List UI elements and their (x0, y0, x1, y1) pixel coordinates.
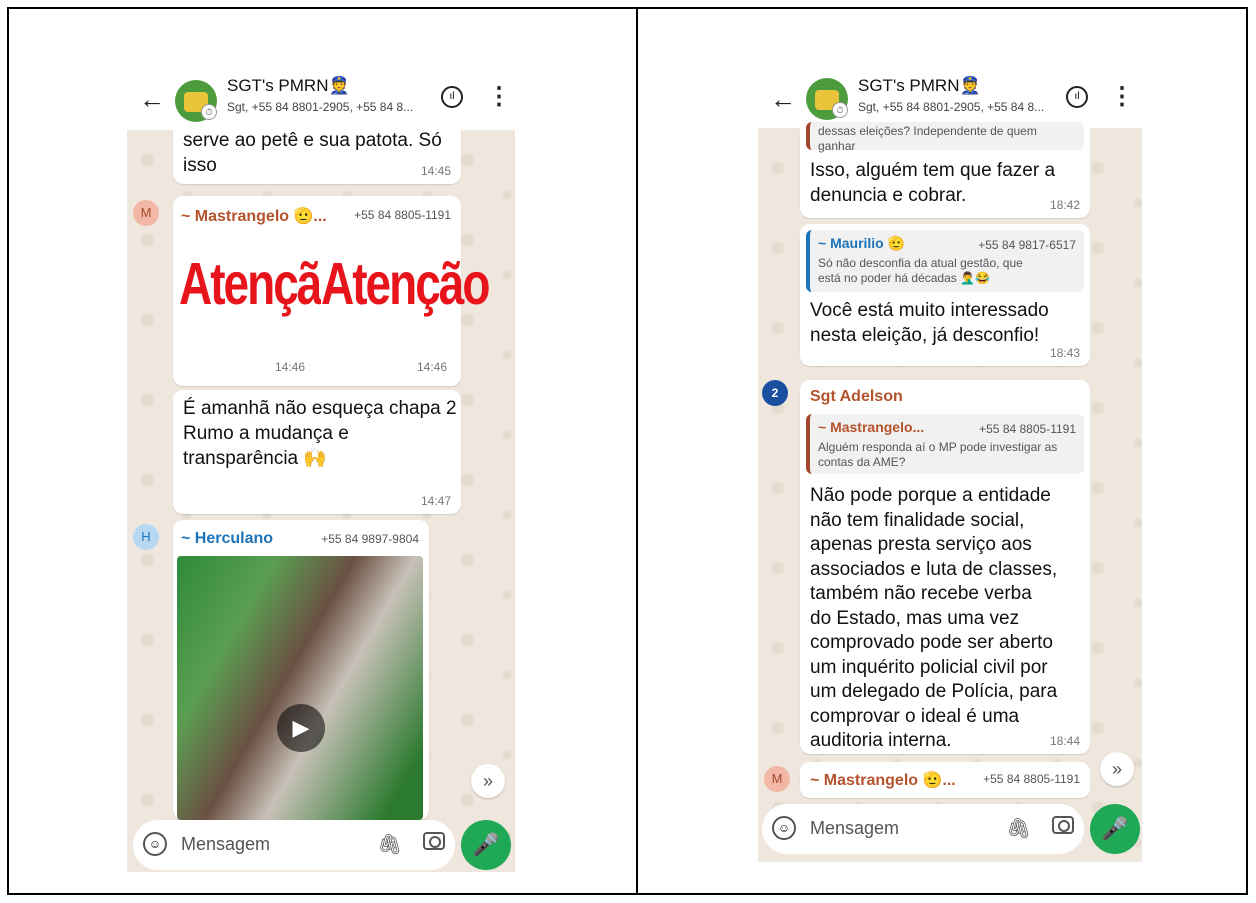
video-thumbnail[interactable]: ▶ (177, 556, 423, 820)
panel-divider (636, 7, 638, 895)
camera-icon[interactable] (423, 832, 445, 850)
attach-icon[interactable]: 🖇 (1006, 816, 1031, 841)
message-time: 18:42 (1049, 198, 1080, 212)
sender-name[interactable]: ~ Mastrangelo 🫡... (181, 206, 327, 226)
message-input-bar[interactable]: ☺ Mensagem 🖇 (762, 804, 1084, 854)
message-time: 18:43 (1049, 346, 1080, 360)
quoted-message[interactable]: ~ Maurilio 🫡 +55 84 9817-6517 Só não des… (806, 230, 1084, 292)
quoted-message[interactable]: ~ Mastrangelo... +55 84 8805-1191 Alguém… (806, 414, 1084, 474)
message-text: Isso, alguém tem que fazer a denuncia e … (810, 160, 1056, 206)
sender-name[interactable]: ~ Mastrangelo 🫡... (810, 770, 956, 790)
left-chat-screen: ← ⏱ SGT's PMRN👮 Sgt, +55 84 8801-2905, +… (127, 60, 515, 872)
attention-image-text: Atenção (179, 249, 348, 317)
voice-chat-icon[interactable]: ıl (1066, 86, 1088, 108)
sender-name[interactable]: ~ Herculano (181, 530, 273, 548)
camera-icon[interactable] (1052, 816, 1074, 834)
message-time: 14:47 (420, 494, 451, 508)
message-bubble[interactable]: ~ Mastrangelo 🫡... +55 84 8805-1191 (800, 762, 1090, 798)
quoted-phone: +55 84 9817-6517 (978, 238, 1076, 252)
microphone-button[interactable]: 🎤 (461, 820, 511, 870)
reply-message-bubble[interactable]: Sgt Adelson ~ Mastrangelo... +55 84 8805… (800, 380, 1090, 754)
chat-header: ← ⏱ SGT's PMRN👮 Sgt, +55 84 8801-2905, +… (127, 60, 515, 130)
message-input-bar[interactable]: ☺ Mensagem 🖇 (133, 820, 455, 870)
image-message-bubble[interactable]: ~ Mastrangelo 🫡... +55 84 8805-1191 Aten… (173, 196, 490, 386)
image-time: 14:46 (416, 360, 447, 374)
message-text: Não pode porque a entidade não tem final… (810, 485, 1058, 751)
right-chat-screen: ← ⏱ SGT's PMRN👮 Sgt, +55 84 8801-2905, +… (758, 68, 1142, 862)
quoted-text: dessas eleições? Independente de quem ga… (818, 124, 1037, 153)
sender-avatar[interactable]: M (764, 766, 790, 792)
quoted-sender: ~ Mastrangelo... (818, 419, 925, 435)
attach-icon[interactable]: 🖇 (377, 832, 402, 857)
more-menu-icon[interactable]: ⋮ (1110, 82, 1134, 111)
quoted-message[interactable]: dessas eleições? Independente de quem ga… (806, 122, 1084, 153)
scroll-down-icon[interactable]: » (471, 764, 505, 798)
group-members[interactable]: Sgt, +55 84 8801-2905, +55 84 8... (227, 100, 413, 114)
message-input[interactable]: Mensagem (810, 818, 899, 839)
sender-phone: +55 84 9897-9804 (321, 532, 419, 546)
sender-avatar[interactable]: 2 (762, 380, 788, 406)
back-arrow-icon[interactable]: ← (139, 84, 165, 115)
image-attachment[interactable]: Atenção 14:46 (321, 236, 490, 380)
sender-phone: +55 84 8805-1191 (983, 772, 1080, 786)
sender-name[interactable]: Sgt Adelson (810, 388, 903, 406)
group-title[interactable]: SGT's PMRN👮 (227, 76, 350, 96)
sender-phone: +55 84 8805-1191 (354, 208, 451, 222)
reply-message-bubble[interactable]: dessas eleições? Independente de quem ga… (800, 122, 1090, 218)
emoji-icon[interactable]: ☺ (772, 816, 796, 840)
message-input[interactable]: Mensagem (181, 834, 270, 855)
attention-image-text: Atenção (321, 249, 490, 317)
message-time: 14:45 (420, 164, 451, 178)
microphone-button[interactable]: 🎤 (1090, 804, 1140, 854)
image-time: 14:46 (274, 360, 305, 374)
more-menu-icon[interactable]: ⋮ (487, 82, 511, 111)
message-text: Você está muito interessado nesta eleiçã… (810, 300, 1049, 346)
reply-message-bubble[interactable]: ~ Maurilio 🫡 +55 84 9817-6517 Só não des… (800, 224, 1090, 366)
back-arrow-icon[interactable]: ← (770, 84, 796, 115)
disappearing-clock-icon: ⏱ (201, 104, 217, 120)
video-message-bubble[interactable]: ~ Herculano +55 84 9897-9804 ▶ (173, 520, 429, 820)
group-members[interactable]: Sgt, +55 84 8801-2905, +55 84 8... (858, 100, 1044, 114)
message-time: 18:44 (1049, 734, 1080, 748)
quoted-sender: ~ Maurilio 🫡 (818, 235, 906, 251)
message-bubble[interactable]: serve ao petê e sua patota. Só isso 14:4… (173, 122, 461, 184)
chat-header: ← ⏱ SGT's PMRN👮 Sgt, +55 84 8801-2905, +… (758, 68, 1142, 128)
sender-avatar[interactable]: H (133, 524, 159, 550)
quoted-text: Só não desconfia da atual gestão, que es… (818, 256, 1023, 285)
scroll-down-icon[interactable]: » (1100, 752, 1134, 786)
image-attachment[interactable]: Atenção 14:46 (179, 236, 348, 380)
message-text: É amanhã não esqueça chapa 2 Rumo a muda… (183, 398, 457, 469)
voice-chat-icon[interactable]: ıl (441, 86, 463, 108)
quoted-text: Alguém responda aí o MP pode investigar … (818, 440, 1058, 469)
message-bubble[interactable]: É amanhã não esqueça chapa 2 Rumo a muda… (173, 390, 461, 514)
play-icon[interactable]: ▶ (277, 704, 325, 752)
group-title[interactable]: SGT's PMRN👮 (858, 76, 981, 96)
emoji-icon[interactable]: ☺ (143, 832, 167, 856)
quoted-phone: +55 84 8805-1191 (979, 422, 1076, 436)
sender-avatar[interactable]: M (133, 200, 159, 226)
disappearing-clock-icon: ⏱ (832, 102, 848, 118)
